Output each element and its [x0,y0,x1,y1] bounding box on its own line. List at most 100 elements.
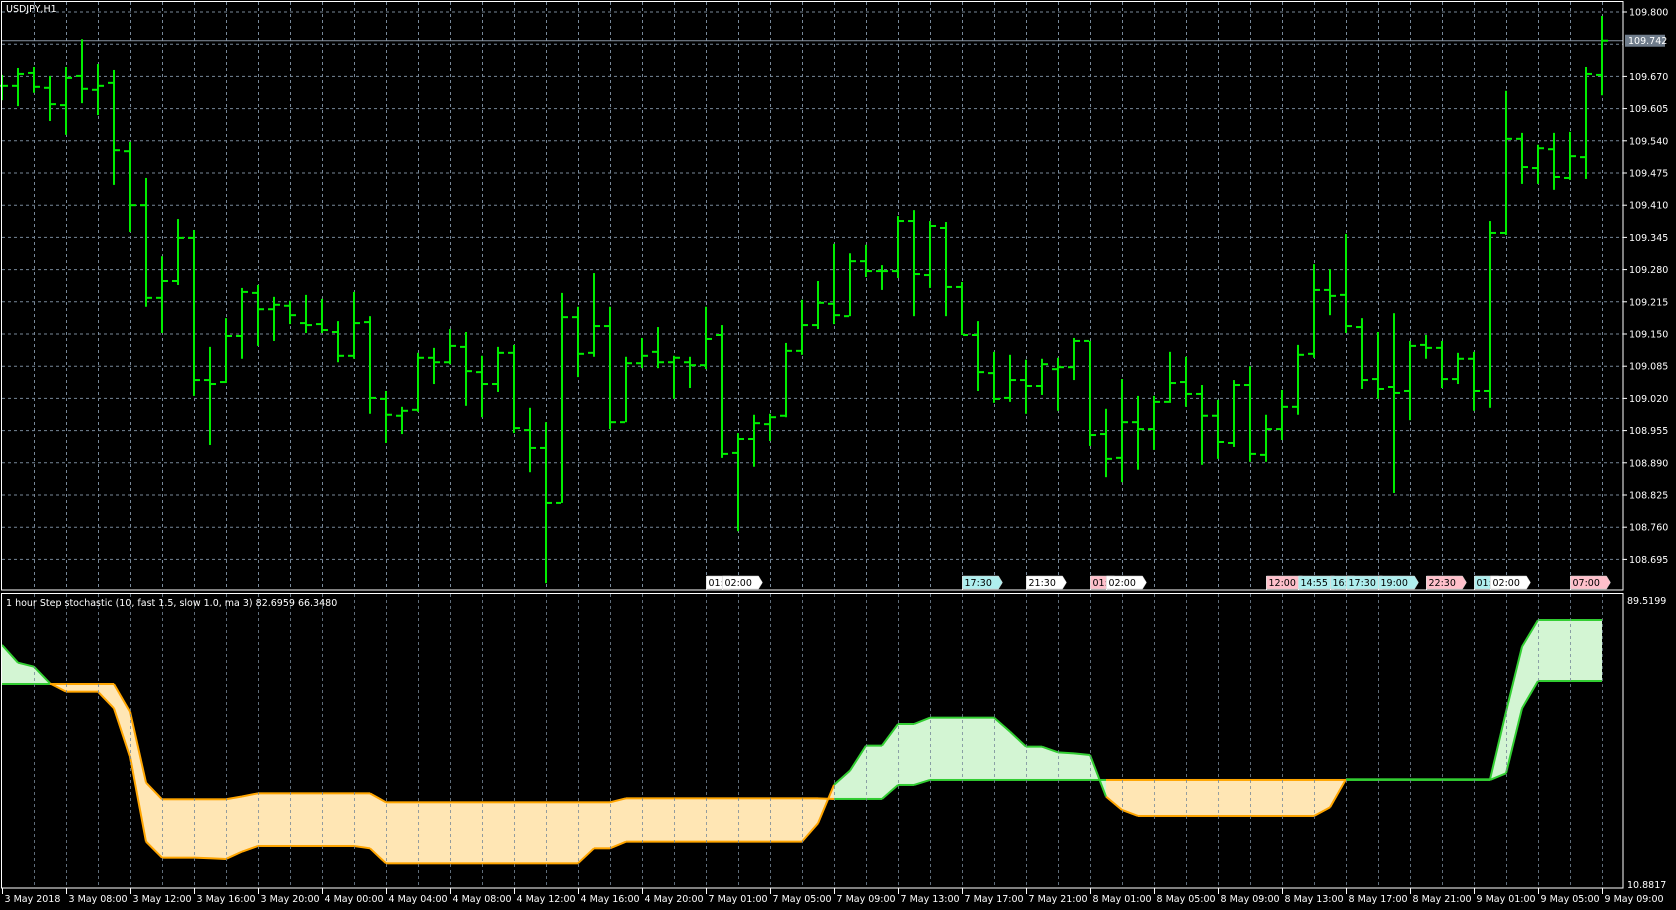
trading-chart[interactable]: 01: 02:00 17:30 21:30 01: 02:00 12:00 14:55 16: 1… [0,0,1676,910]
bar-open-tick [1180,381,1185,384]
bar-open-tick [604,325,609,328]
ohlc-bar [1132,395,1144,470]
bar-close-tick [291,314,296,317]
time-axis-label: 3 May 16:00 [197,894,256,905]
bar-close-tick [739,438,744,441]
ohlc-bar [140,177,152,307]
bar-open-tick [1308,352,1313,355]
bearish-fill-segment [658,798,674,842]
bar-open-tick [1244,384,1249,387]
bar-open-tick [620,421,625,424]
bearish-fill-segment [1234,779,1250,816]
bar-close-tick [1171,382,1176,385]
bar-close-tick [131,204,136,207]
bar-open-tick [92,88,97,91]
ohlc-bar [12,67,24,107]
ohlc-bar [76,39,88,104]
bar-close-tick [707,337,712,340]
bar-close-tick [771,416,776,419]
time-axis[interactable]: 3 May 2018 3 May 08:00 3 May 12:00 3 May 16… [2,888,1664,905]
bearish-fill-segment [290,793,306,846]
ohlc-bar [684,356,696,388]
bullish-fill-segment [1074,753,1090,780]
bar-open-tick [1132,421,1137,424]
bar-range [1441,340,1443,388]
ohlc-bar [764,413,776,441]
event-tag[interactable]: 17:30 [962,575,1003,590]
time-axis-label: 8 May 21:00 [1413,894,1472,905]
bar-range [1297,344,1299,415]
bar-open-tick [764,423,769,426]
bar-range [1153,395,1155,450]
bar-range [273,296,275,341]
bar-open-tick [1100,433,1105,436]
bar-range [17,67,19,107]
bar-close-tick [611,421,616,424]
event-tag[interactable]: 07:00 [1570,575,1611,590]
bar-close-tick [515,427,520,430]
ohlc-bar [1004,354,1016,402]
bearish-fill-segment [498,802,514,864]
event-tag[interactable]: 02:00 [1106,575,1147,590]
event-tag[interactable]: 02:00 [722,575,763,590]
bar-close-tick [1571,155,1576,158]
bearish-fill-segment [402,802,418,864]
bullish-fill-segment [1586,619,1602,681]
bar-range [993,351,995,403]
event-tag-label: 22:30 [1429,578,1456,589]
bar-range [321,298,323,334]
event-tag[interactable]: 19:00 [1378,575,1419,590]
bar-range [497,346,499,392]
bearish-fill-segment [130,711,146,842]
event-tag[interactable]: 22:30 [1426,575,1467,590]
bar-range [1409,340,1411,421]
bar-range [913,210,915,317]
bar-open-tick [748,438,753,441]
indicator-scale-max: 89.5199 [1627,596,1666,607]
current-price-label: 109.742 [1628,36,1667,47]
bullish-fill-segment [1554,619,1570,681]
price-axis[interactable]: 109.800 109.670 109.605 109.540 109.475 109.4… [1623,8,1668,566]
main-grid [2,2,1623,590]
ohlc-bar [796,299,808,355]
price-axis-label: 108.955 [1629,426,1668,437]
bar-open-tick [220,381,225,384]
bar-range [401,406,403,435]
bar-open-tick [876,270,881,273]
bearish-fill-segment [226,796,242,859]
bullish-fill-segment [930,717,946,780]
bullish-fill-segment [1026,746,1042,780]
bar-range [1505,90,1507,235]
ohlc-bar [956,281,968,336]
bar-open-tick [988,372,993,375]
bar-close-tick [1363,379,1368,382]
bar-close-tick [19,72,24,75]
price-axis-label: 109.410 [1629,201,1668,212]
bar-close-tick [51,103,56,106]
ohlc-bar [476,355,488,418]
ohlc-bar [60,66,72,135]
bar-range [1425,334,1427,359]
bar-close-tick [1219,440,1224,443]
bar-close-tick [1587,72,1592,75]
bearish-fill-segment [82,684,98,692]
bearish-fill-segment [1250,779,1266,816]
bar-open-tick [316,323,321,326]
bullish-fill-segment [914,717,930,785]
price-axis-label: 109.020 [1629,394,1668,405]
bar-close-tick [1091,434,1096,437]
time-axis-label: 9 May 09:00 [1605,894,1664,905]
bar-open-tick [780,414,785,417]
ohlc-bar [412,352,424,412]
event-tag[interactable]: 02:00 [1490,575,1531,590]
bearish-fill-segment [1202,779,1218,816]
bearish-fill-segment [626,798,642,842]
bullish-fill-segment [866,745,882,799]
bullish-fill-segment [978,717,994,780]
bearish-fill-segment [178,799,194,858]
bar-range [1041,358,1043,395]
ohlc-bar [1500,90,1512,235]
bar-close-tick [3,84,8,87]
bar-range [625,356,627,423]
event-tag[interactable]: 21:30 [1026,575,1067,590]
